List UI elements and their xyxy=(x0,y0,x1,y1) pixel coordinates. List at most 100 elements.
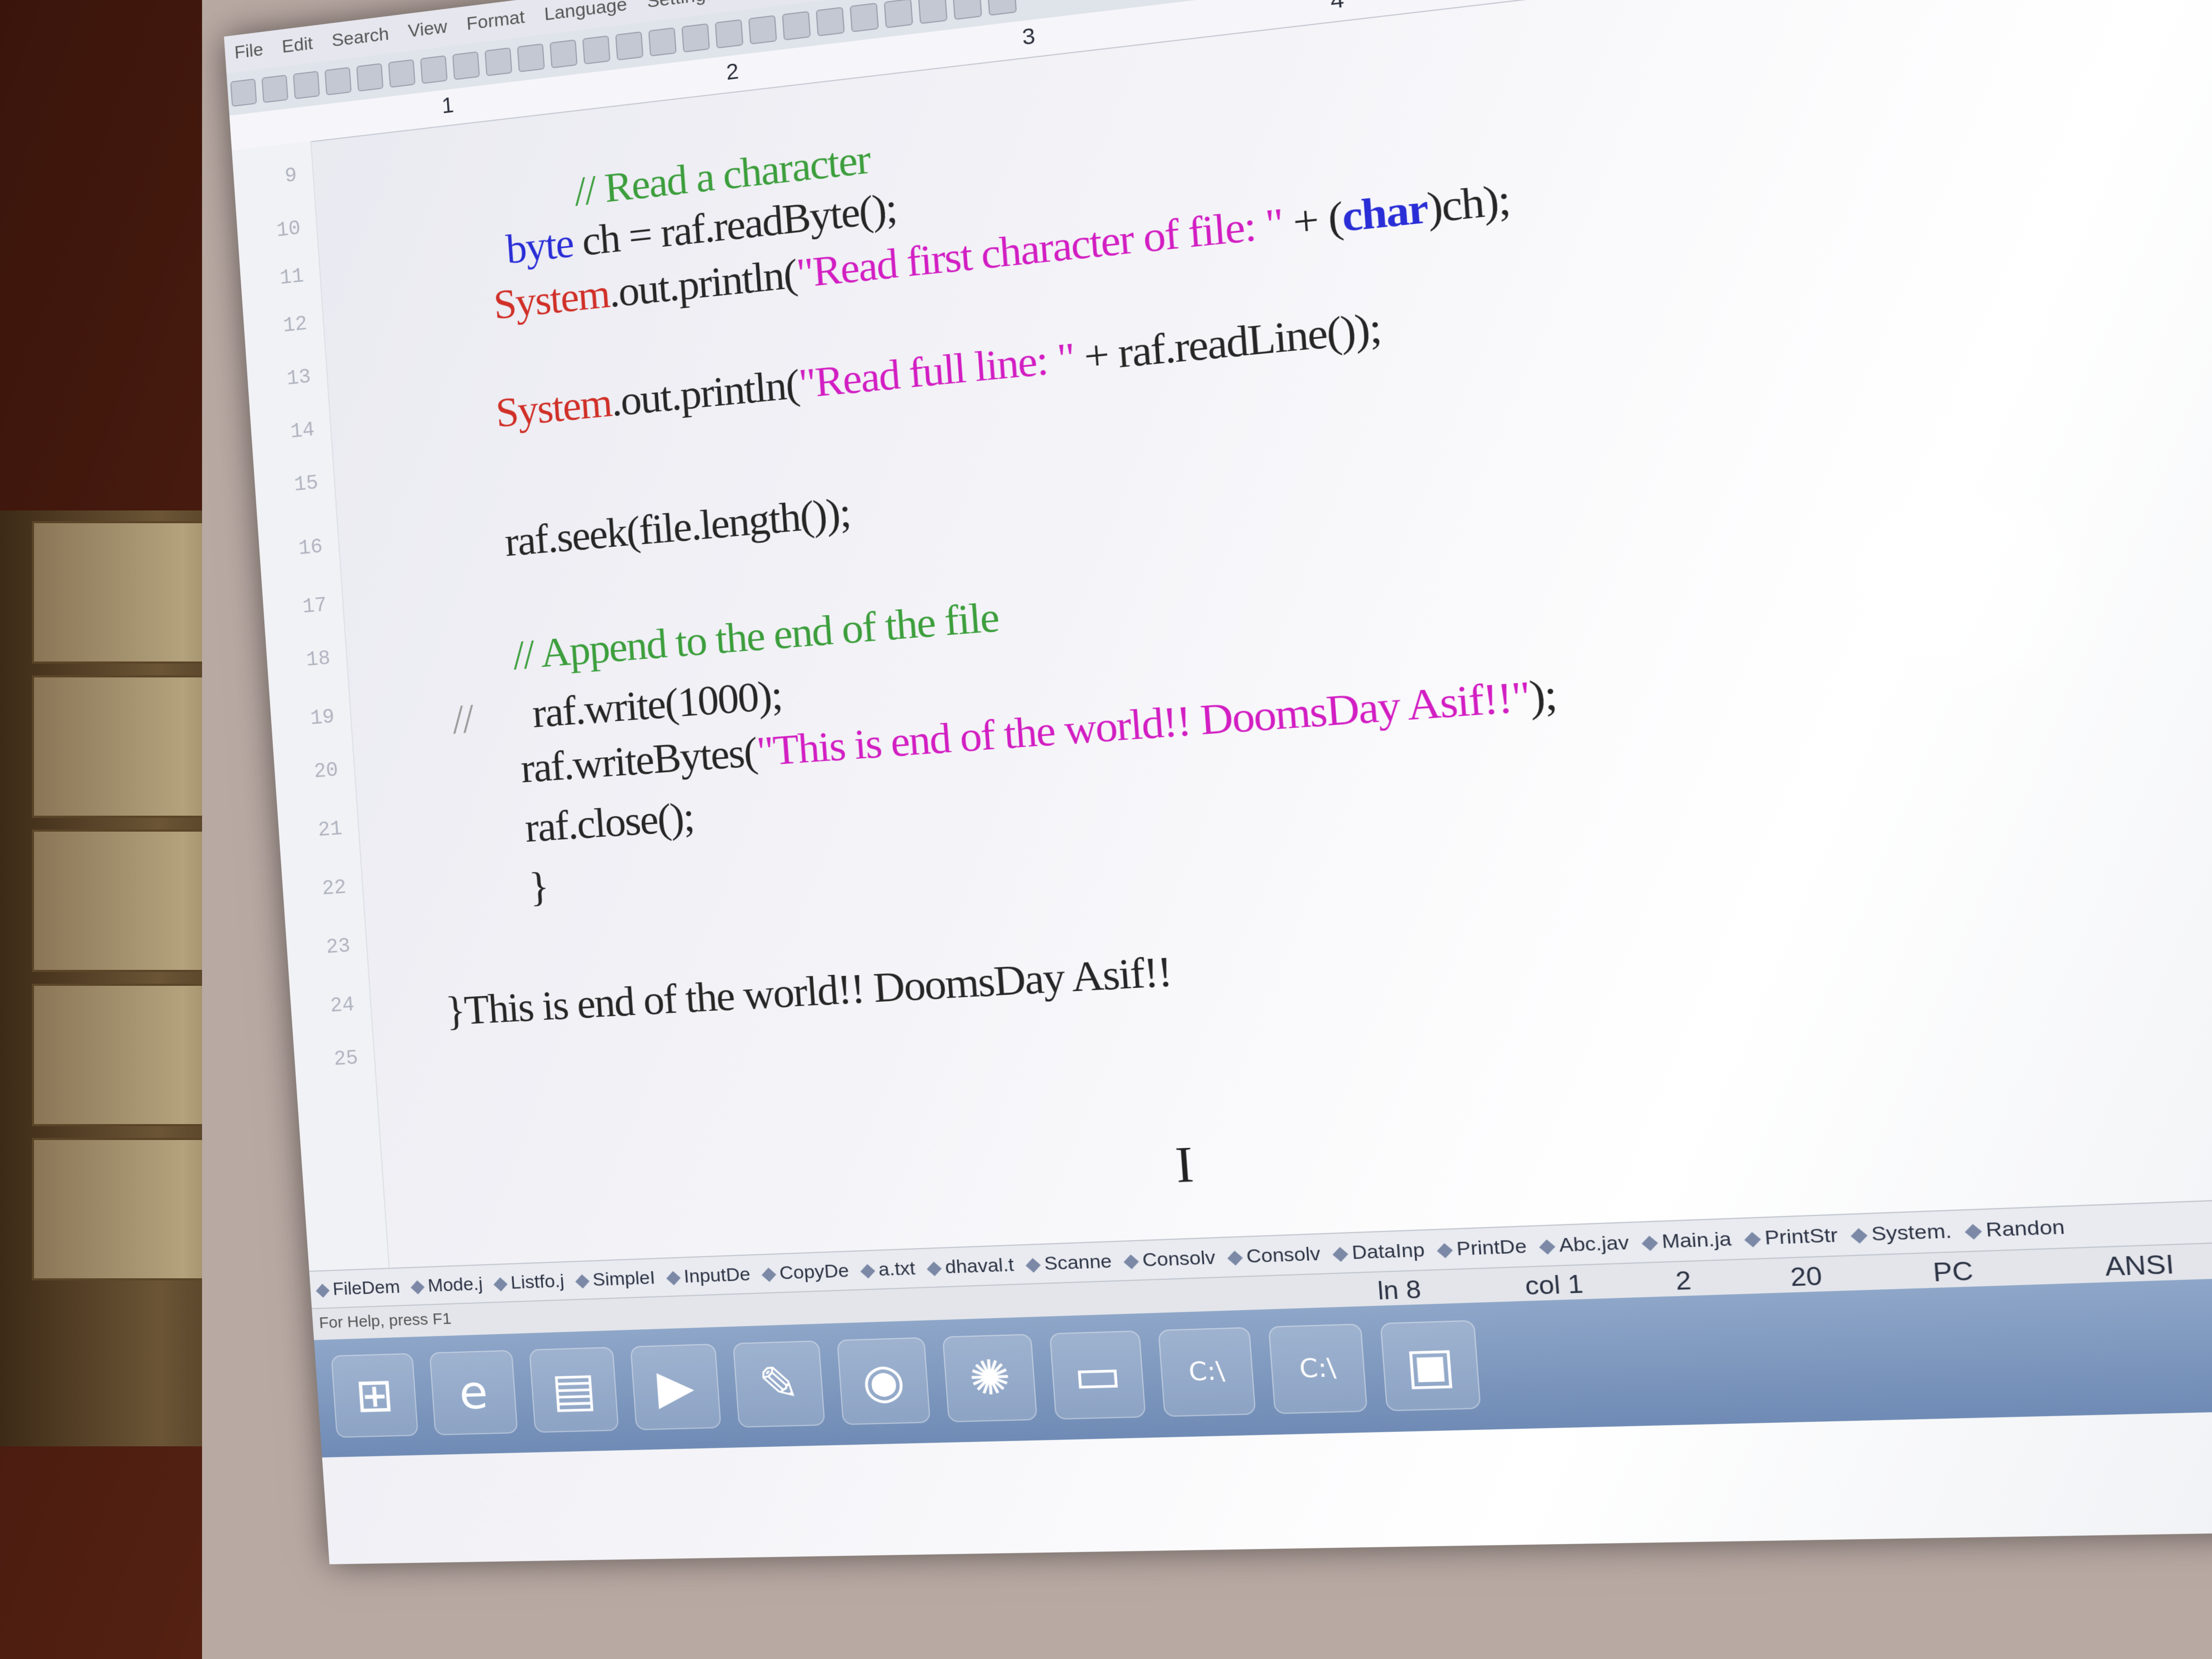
file-tab[interactable]: ◆ Randon xyxy=(1957,1206,2073,1251)
toolbar-button-icon[interactable] xyxy=(388,59,416,88)
file-tab-label: System. xyxy=(1871,1220,1953,1245)
file-tab[interactable]: ◆ SimpleI xyxy=(568,1259,662,1299)
line-number: 20 xyxy=(290,759,339,785)
file-tab[interactable]: ◆ Scanne xyxy=(1018,1242,1119,1284)
file-tab-icon: ◆ xyxy=(1641,1230,1659,1253)
file-tab[interactable]: ◆ Main.ja xyxy=(1633,1219,1739,1262)
file-tab[interactable]: ◆ PrintStr xyxy=(1736,1215,1846,1259)
toolbar-button-icon[interactable] xyxy=(262,74,289,103)
menu-item-edit[interactable]: Edit xyxy=(271,24,323,66)
file-tab[interactable]: ◆ a.txt xyxy=(853,1249,923,1289)
file-tab[interactable]: ◆ System. xyxy=(1842,1211,1959,1255)
toolbar-button-icon[interactable] xyxy=(952,0,982,20)
toolbar-button-icon[interactable] xyxy=(484,47,512,76)
menu-item-file[interactable]: File xyxy=(224,31,274,72)
toolbar-button-icon[interactable] xyxy=(782,11,811,41)
code-text: raf.writeBytes( xyxy=(520,729,759,792)
file-tab[interactable]: ◆ PrintDe xyxy=(1429,1227,1535,1270)
taskbar-button[interactable]: ▣ xyxy=(1380,1320,1481,1411)
toolbar-button-icon[interactable] xyxy=(918,0,948,24)
taskbar-button[interactable]: ▭ xyxy=(1049,1330,1146,1420)
line-number: 25 xyxy=(310,1047,359,1073)
file-tab[interactable]: ◆Mode.j xyxy=(404,1266,489,1305)
menu-item-view[interactable]: View xyxy=(397,7,458,51)
status-help-text: For Help, press F1 xyxy=(319,1310,452,1333)
ruler-tick-label: 4 xyxy=(1329,0,1345,14)
file-tab[interactable]: ◆ Consolv xyxy=(1116,1238,1222,1280)
file-tab[interactable]: ◆ Listfo.j xyxy=(487,1262,571,1302)
status-column: col 1 xyxy=(1524,1270,1584,1301)
file-tab-icon: ◆ xyxy=(1850,1223,1869,1246)
code-comment: // Append to the end of the file xyxy=(512,593,1000,678)
toolbar-button-icon[interactable] xyxy=(748,15,777,44)
file-tab[interactable]: ◆ CopyDe xyxy=(755,1252,856,1293)
taskbar-button[interactable]: ⊞ xyxy=(331,1353,418,1438)
file-tab-icon: ◆ xyxy=(1122,1250,1139,1271)
file-tab-label: Consolv xyxy=(1142,1247,1216,1271)
file-tab[interactable]: ◆ Abc.jav xyxy=(1531,1223,1637,1266)
taskbar-button[interactable]: ◉ xyxy=(837,1337,931,1425)
file-tab[interactable]: ◆ dhaval.t xyxy=(919,1245,1021,1287)
toolbar-button-icon[interactable] xyxy=(648,27,676,56)
file-tab-icon: ◆ xyxy=(493,1272,508,1294)
toolbar-button-icon[interactable] xyxy=(682,23,710,53)
toolbar-button-icon[interactable] xyxy=(850,3,879,32)
status-total: 20 xyxy=(1789,1262,1823,1292)
status-encoding: ANSI xyxy=(2104,1250,2175,1283)
taskbar-button[interactable]: ✎ xyxy=(733,1340,825,1428)
editor-window: FileEditSearchViewFormatLanguageSettings… xyxy=(224,0,2212,1564)
code-text: raf.seek(file.length()); xyxy=(504,489,852,565)
toolbar-button-icon[interactable] xyxy=(615,31,643,61)
code-line-22: } xyxy=(527,863,549,911)
image-viewer-icon: ▣ xyxy=(1381,1321,1480,1410)
code-line-14: System.out.println("Read full line: " + … xyxy=(495,304,1382,437)
toolbar-button-icon[interactable] xyxy=(582,36,610,65)
file-tab-label: DataInp xyxy=(1351,1239,1426,1263)
toolbar-button-icon[interactable] xyxy=(293,71,320,99)
line-number: 21 xyxy=(294,818,343,844)
toolbar-button-icon[interactable] xyxy=(453,51,480,80)
file-tab-icon: ◆ xyxy=(574,1270,590,1291)
toolbar-button-icon[interactable] xyxy=(230,79,257,107)
file-tab-icon: ◆ xyxy=(926,1257,942,1279)
internet-explorer-icon: e xyxy=(430,1351,517,1434)
file-tab-icon: ◆ xyxy=(315,1279,331,1300)
toolbar-button-icon[interactable] xyxy=(884,0,913,28)
taskbar-button[interactable]: C:\ xyxy=(1158,1327,1256,1417)
file-tab-label: Main.ja xyxy=(1661,1228,1732,1252)
file-tab-label: Consolv xyxy=(1246,1243,1321,1268)
file-tab[interactable]: ◆ InputDe xyxy=(659,1255,757,1296)
toolbar-button-icon[interactable] xyxy=(816,7,845,37)
code-line-16: raf.seek(file.length()); xyxy=(504,489,852,566)
toolbar-button-icon[interactable] xyxy=(420,55,448,84)
toolbar-button-icon[interactable] xyxy=(715,19,743,48)
toolbar-button-icon[interactable] xyxy=(356,63,383,92)
file-tab-icon: ◆ xyxy=(1436,1238,1454,1260)
file-tab[interactable]: ◆FileDem xyxy=(309,1268,407,1308)
taskbar-button[interactable]: ✺ xyxy=(942,1334,1037,1422)
file-tab-label: Listfo.j xyxy=(510,1271,565,1293)
file-tab[interactable]: ◆ DataInp xyxy=(1325,1230,1432,1273)
code-text: ); xyxy=(1528,671,1558,721)
code-text: raf.close(); xyxy=(523,794,695,851)
code-string: "Read full line: " xyxy=(797,334,1076,407)
file-tab-label: Mode.j xyxy=(427,1273,483,1296)
taskbar-button[interactable]: ▤ xyxy=(529,1347,619,1433)
line-number: 13 xyxy=(263,366,312,393)
toolbar-button-icon[interactable] xyxy=(987,0,1017,16)
code-line-21: raf.close(); xyxy=(523,793,695,852)
code-type: System xyxy=(492,271,611,328)
code-text: raf.write(1000); xyxy=(531,672,783,736)
file-tab[interactable]: ◆ Consolv xyxy=(1220,1234,1328,1277)
toolbar-button-icon[interactable] xyxy=(324,67,351,96)
taskbar-button[interactable]: ▶ xyxy=(630,1344,722,1430)
taskbar-button[interactable]: C:\ xyxy=(1268,1323,1368,1414)
toolbar-button-icon[interactable] xyxy=(517,44,544,73)
firefox-icon: ✺ xyxy=(943,1335,1036,1421)
file-tab-label: Abc.jav xyxy=(1559,1231,1630,1256)
toolbar-button-icon[interactable] xyxy=(550,39,578,69)
file-tab-label: dhaval.t xyxy=(944,1254,1015,1278)
media-player-icon: ▶ xyxy=(631,1345,720,1429)
line-number: 12 xyxy=(259,313,308,340)
taskbar-button[interactable]: e xyxy=(429,1350,518,1436)
